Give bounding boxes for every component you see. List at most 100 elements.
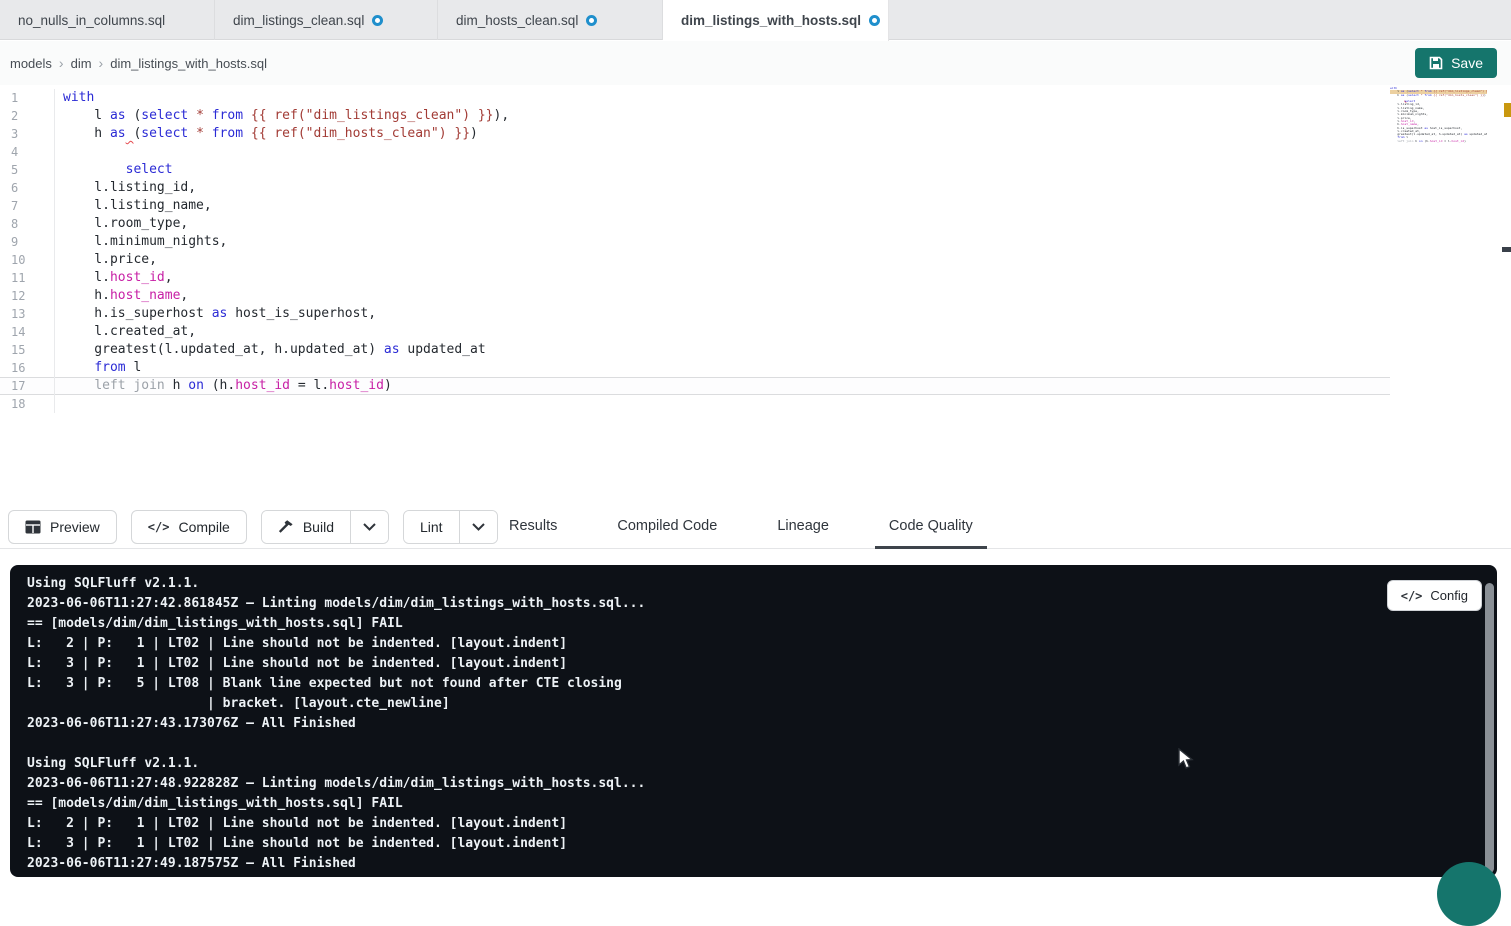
unsaved-changes-icon	[869, 15, 880, 26]
lint-output-terminal: Using SQLFluff v2.1.1.2023-06-06T11:27:4…	[10, 565, 1497, 877]
code-line[interactable]: 14 l.created_at,	[0, 323, 1390, 341]
code-line[interactable]: 15 greatest(l.updated_at, h.updated_at) …	[0, 341, 1390, 359]
line-number: 5	[0, 161, 55, 179]
code-line[interactable]: 17 left join h on (h.host_id = l.host_id…	[0, 377, 1390, 395]
line-number: 15	[0, 341, 55, 359]
code-line[interactable]: 13 h.is_superhost as host_is_superhost,	[0, 305, 1390, 323]
preview-table-icon	[25, 520, 41, 534]
action-toolbar: Preview </> Compile Build Lint	[0, 505, 1511, 549]
preview-button[interactable]: Preview	[8, 510, 117, 544]
build-button[interactable]: Build	[262, 511, 350, 543]
code-line-text: l.created_at,	[55, 323, 1390, 341]
panel-tab-compiled-code[interactable]: Compiled Code	[603, 505, 731, 549]
line-number: 18	[0, 395, 55, 413]
code-line-text	[55, 395, 1390, 413]
lint-dropdown-button[interactable]	[459, 511, 497, 543]
code-line-text: greatest(l.updated_at, h.updated_at) as …	[55, 341, 1390, 359]
code-line[interactable]: 4	[0, 143, 1390, 161]
terminal-output-line: 2023-06-06T11:27:48.922828Z – Linting mo…	[27, 774, 1497, 794]
terminal-output-line	[27, 734, 1497, 754]
breadcrumb-item[interactable]: models	[10, 56, 52, 71]
panel-tab-code-quality[interactable]: Code Quality	[875, 505, 987, 549]
editor-minimap[interactable]: with l as (select * from {{ ref("dim_lis…	[1390, 85, 1487, 146]
terminal-output-line: 2023-06-06T11:27:42.861845Z – Linting mo…	[27, 594, 1497, 614]
line-number: 8	[0, 215, 55, 233]
code-line[interactable]: 5 select	[0, 161, 1390, 179]
lint-split-button: Lint	[403, 510, 498, 544]
breadcrumb: models › dim › dim_listings_with_hosts.sql	[10, 41, 267, 85]
line-number: 10	[0, 251, 55, 269]
compile-button-label: Compile	[178, 519, 229, 535]
breadcrumb-separator-icon: ›	[99, 55, 104, 71]
code-editor[interactable]: 1with2 l as (select * from {{ ref("dim_l…	[0, 85, 1511, 505]
code-line[interactable]: 9 l.minimum_nights,	[0, 233, 1390, 251]
build-dropdown-button[interactable]	[350, 511, 388, 543]
line-number: 16	[0, 359, 55, 377]
save-icon	[1429, 56, 1443, 70]
terminal-output-line: 2023-06-06T11:27:49.187575Z – All Finish…	[27, 854, 1497, 874]
terminal-output-line: L: 3 | P: 5 | LT08 | Blank line expected…	[27, 674, 1497, 694]
terminal-scrollbar-thumb[interactable]	[1485, 583, 1494, 873]
line-number: 9	[0, 233, 55, 251]
line-number: 11	[0, 269, 55, 287]
terminal-output-line: | bracket. [layout.cte_newline]	[27, 694, 1497, 714]
file-tab[interactable]: no_nulls_in_columns.sql	[0, 0, 215, 40]
save-button[interactable]: Save	[1415, 48, 1497, 78]
breadcrumb-separator-icon: ›	[59, 55, 64, 71]
overview-ruler-position-marker	[1502, 247, 1511, 252]
build-button-label: Build	[303, 519, 334, 535]
line-number: 2	[0, 107, 55, 125]
code-line[interactable]: 6 l.listing_id,	[0, 179, 1390, 197]
line-number: 17	[0, 377, 55, 395]
panel-tab-results[interactable]: Results	[495, 505, 571, 549]
terminal-output-line: 2023-06-06T11:27:43.173076Z – All Finish…	[27, 714, 1497, 734]
terminal-output-line: L: 3 | P: 1 | LT02 | Line should not be …	[27, 834, 1497, 854]
config-button[interactable]: </> Config	[1387, 580, 1482, 611]
code-line[interactable]: 8 l.room_type,	[0, 215, 1390, 233]
save-button-label: Save	[1451, 55, 1483, 71]
unsaved-changes-icon	[586, 15, 597, 26]
file-tab-label: dim_listings_with_hosts.sql	[681, 13, 861, 28]
help-bubble-button[interactable]	[1437, 862, 1501, 926]
code-line[interactable]: 2 l as (select * from {{ ref("dim_listin…	[0, 107, 1390, 125]
terminal-output-line: L: 2 | P: 1 | LT02 | Line should not be …	[27, 814, 1497, 834]
code-line[interactable]: 1with	[0, 89, 1390, 107]
terminal-output-line: == [models/dim/dim_listings_with_hosts.s…	[27, 614, 1497, 634]
chevron-down-icon	[363, 523, 376, 531]
code-line[interactable]: 11 l.host_id,	[0, 269, 1390, 287]
code-line[interactable]: 18	[0, 395, 1390, 413]
terminal-output-line: L: 2 | P: 1 | LT02 | Line should not be …	[27, 634, 1497, 654]
overview-ruler-warning-marker	[1504, 103, 1511, 117]
terminal-output-line: == [models/dim/dim_listings_with_hosts.s…	[27, 794, 1497, 814]
chevron-down-icon	[472, 523, 485, 531]
line-number: 1	[0, 89, 55, 107]
breadcrumb-item[interactable]: dim	[71, 56, 92, 71]
breadcrumb-item[interactable]: dim_listings_with_hosts.sql	[110, 56, 267, 71]
file-tab[interactable]: dim_listings_clean.sql	[215, 0, 438, 40]
code-line-text: l.host_id,	[55, 269, 1390, 287]
panel-tab-lineage[interactable]: Lineage	[763, 505, 843, 549]
line-number: 14	[0, 323, 55, 341]
file-header-bar: models › dim › dim_listings_with_hosts.sql S…	[0, 41, 1511, 85]
file-tab-label: no_nulls_in_columns.sql	[18, 13, 165, 28]
code-line[interactable]: 7 l.listing_name,	[0, 197, 1390, 215]
code-line[interactable]: 16 from l	[0, 359, 1390, 377]
code-brackets-icon: </>	[148, 520, 170, 534]
code-line-text: l as (select * from {{ ref("dim_listings…	[55, 107, 1390, 125]
file-tab-bar: no_nulls_in_columns.sql dim_listings_clea…	[0, 0, 1511, 40]
line-number: 12	[0, 287, 55, 305]
file-tab[interactable]: dim_hosts_clean.sql	[438, 0, 663, 40]
code-line-text: left join h on (h.host_id = l.host_id)	[55, 377, 1390, 395]
code-line-text: with	[55, 89, 1390, 107]
line-number: 6	[0, 179, 55, 197]
code-line-text: h as (select * from {{ ref("dim_hosts_cl…	[55, 125, 1390, 143]
lint-button[interactable]: Lint	[404, 511, 459, 543]
unsaved-changes-icon	[372, 15, 383, 26]
code-line[interactable]: 10 l.price,	[0, 251, 1390, 269]
code-line[interactable]: 12 h.host_name,	[0, 287, 1390, 305]
file-tab[interactable]: dim_listings_with_hosts.sql	[663, 0, 889, 41]
code-line-text: l.room_type,	[55, 215, 1390, 233]
code-line[interactable]: 3 h as (select * from {{ ref("dim_hosts_…	[0, 125, 1390, 143]
code-line-text: from l	[55, 359, 1390, 377]
compile-button[interactable]: </> Compile	[131, 510, 247, 544]
